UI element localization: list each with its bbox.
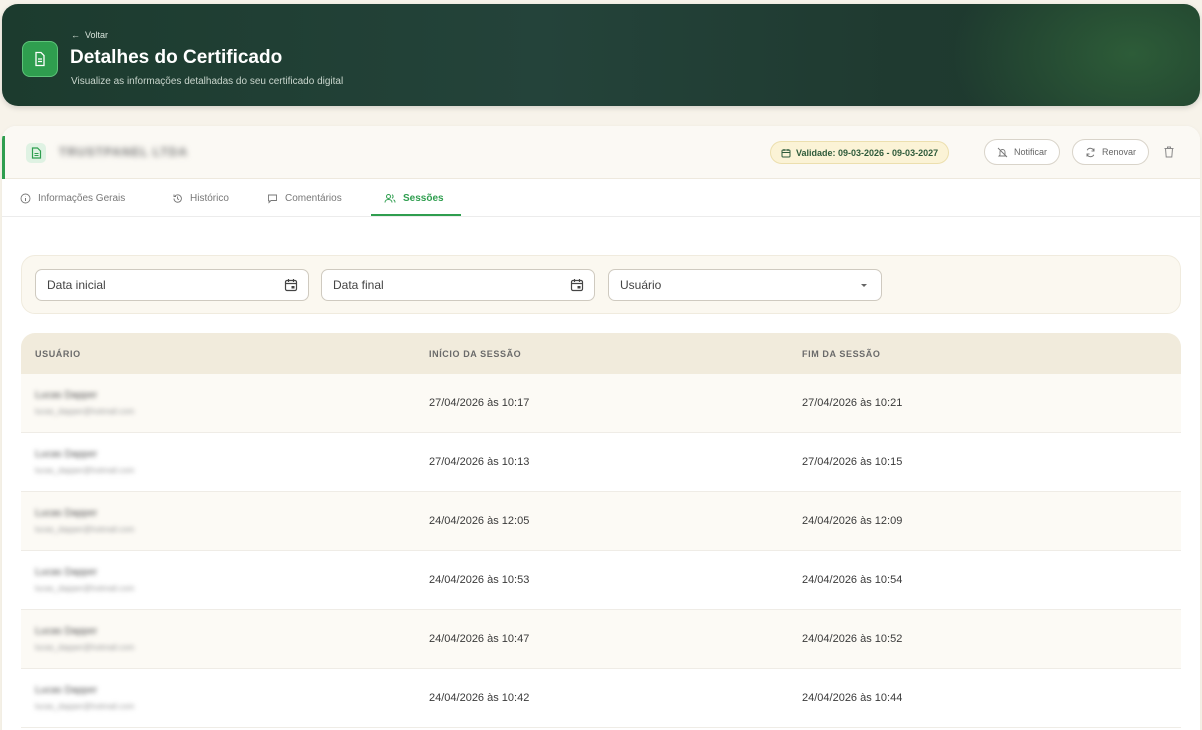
active-tab-indicator [371, 214, 461, 216]
calendar-icon[interactable] [570, 278, 584, 292]
user-email: lucas_dapper@hotmail.com [35, 407, 135, 416]
user-select-placeholder: Usuário [620, 278, 662, 292]
tab-bar: Informações Gerais Histórico Comentários… [2, 180, 1200, 217]
user-email: lucas_dapper@hotmail.com [35, 643, 135, 652]
table-row: Lucas Dapper lucas_dapper@hotmail.com 27… [21, 433, 1181, 492]
session-end: 24/04/2026 às 12:09 [802, 515, 903, 527]
page-title: Detalhes do Certificado [70, 47, 283, 68]
table-row: Lucas Dapper lucas_dapper@hotmail.com 24… [21, 551, 1181, 610]
filter-bar: Data inicial Data final Usuário [21, 255, 1181, 314]
users-icon [384, 193, 396, 203]
validity-badge: Validade: 09-03-2026 - 09-03-2027 [770, 141, 950, 164]
session-end: 24/04/2026 às 10:44 [802, 692, 903, 704]
user-cell: Lucas Dapper lucas_dapper@hotmail.com [21, 390, 429, 416]
refresh-icon [1086, 147, 1095, 157]
arrow-left-icon: ← [71, 30, 80, 40]
renew-label: Renovar [1102, 147, 1137, 157]
user-name: Lucas Dapper [35, 626, 98, 637]
table-row: Lucas Dapper lucas_dapper@hotmail.com 24… [21, 610, 1181, 669]
session-start: 24/04/2026 às 10:42 [429, 692, 530, 704]
session-start: 27/04/2026 às 10:17 [429, 397, 530, 409]
end-date-field[interactable]: Data final [321, 269, 595, 301]
comment-icon [268, 194, 277, 204]
column-header-user: USUÁRIO [35, 348, 81, 359]
notify-label: Notificar [1014, 147, 1048, 157]
session-end: 24/04/2026 às 10:54 [802, 574, 903, 586]
info-icon [20, 193, 31, 203]
user-email: lucas_dapper@hotmail.com [35, 466, 135, 475]
back-label: Voltar [85, 30, 109, 40]
user-name: Lucas Dapper [35, 449, 98, 460]
user-cell: Lucas Dapper lucas_dapper@hotmail.com [21, 567, 429, 593]
tab-label: Informações Gerais [38, 192, 126, 204]
tab-label: Comentários [285, 192, 342, 204]
table-header: USUÁRIO INÍCIO DA SESSÃO FIM DA SESSÃO [21, 333, 1181, 374]
bell-off-icon [997, 147, 1008, 157]
certificate-card: TRUSTPANEL LTDA Validade: 09-03-2026 - 0… [2, 126, 1200, 730]
user-cell: Lucas Dapper lucas_dapper@hotmail.com [21, 626, 429, 652]
user-name: Lucas Dapper [35, 685, 98, 696]
tab-label: Histórico [190, 192, 229, 204]
page-header: ← Voltar Detalhes do Certificado Visuali… [2, 4, 1200, 106]
calendar-icon [781, 148, 791, 157]
tab-comments[interactable]: Comentários [267, 180, 342, 216]
certificate-name: TRUSTPANEL LTDA [59, 145, 188, 159]
sessions-table: USUÁRIO INÍCIO DA SESSÃO FIM DA SESSÃO L… [21, 333, 1181, 730]
session-start: 24/04/2026 às 10:53 [429, 574, 530, 586]
session-end: 24/04/2026 às 10:52 [802, 633, 903, 645]
table-body: Lucas Dapper lucas_dapper@hotmail.com 27… [21, 374, 1181, 728]
table-row: Lucas Dapper lucas_dapper@hotmail.com 24… [21, 669, 1181, 728]
history-icon [173, 193, 182, 203]
start-date-field[interactable]: Data inicial [35, 269, 309, 301]
tab-sessions[interactable]: Sessões [384, 180, 444, 216]
table-row: Lucas Dapper lucas_dapper@hotmail.com 27… [21, 374, 1181, 433]
session-start: 24/04/2026 às 10:47 [429, 633, 530, 645]
session-start: 24/04/2026 às 12:05 [429, 515, 530, 527]
back-link[interactable]: ← Voltar [71, 30, 108, 40]
user-cell: Lucas Dapper lucas_dapper@hotmail.com [21, 508, 429, 534]
column-header-end: FIM DA SESSÃO [802, 348, 881, 359]
tab-history[interactable]: Histórico [172, 180, 229, 216]
tab-label: Sessões [403, 192, 444, 204]
session-start: 27/04/2026 às 10:13 [429, 456, 530, 468]
user-email: lucas_dapper@hotmail.com [35, 584, 135, 593]
tab-general-info[interactable]: Informações Gerais [20, 180, 125, 216]
page-subtitle: Visualize as informações detalhadas do s… [71, 76, 344, 87]
end-date-placeholder: Data final [333, 278, 384, 292]
user-select[interactable]: Usuário [608, 269, 882, 301]
user-cell: Lucas Dapper lucas_dapper@hotmail.com [21, 685, 429, 711]
notify-button[interactable]: Notificar [984, 139, 1061, 165]
certificate-header: TRUSTPANEL LTDA Validade: 09-03-2026 - 0… [2, 126, 1200, 179]
user-name: Lucas Dapper [35, 567, 98, 578]
user-email: lucas_dapper@hotmail.com [35, 702, 135, 711]
session-end: 27/04/2026 às 10:15 [802, 456, 903, 468]
accent-bar [2, 136, 5, 179]
certificate-icon [26, 143, 46, 163]
renew-button[interactable]: Renovar [1072, 139, 1150, 165]
user-name: Lucas Dapper [35, 508, 98, 519]
user-name: Lucas Dapper [35, 390, 98, 401]
start-date-placeholder: Data inicial [47, 278, 106, 292]
table-row: Lucas Dapper lucas_dapper@hotmail.com 24… [21, 492, 1181, 551]
validity-text: Validade: 09-03-2026 - 09-03-2027 [796, 147, 939, 158]
document-icon [22, 41, 58, 77]
user-email: lucas_dapper@hotmail.com [35, 525, 135, 534]
session-end: 27/04/2026 às 10:21 [802, 397, 903, 409]
chevron-down-icon [861, 284, 867, 287]
user-cell: Lucas Dapper lucas_dapper@hotmail.com [21, 449, 429, 475]
calendar-icon[interactable] [284, 278, 298, 292]
trash-icon[interactable] [1162, 145, 1176, 159]
column-header-start: INÍCIO DA SESSÃO [429, 348, 522, 359]
